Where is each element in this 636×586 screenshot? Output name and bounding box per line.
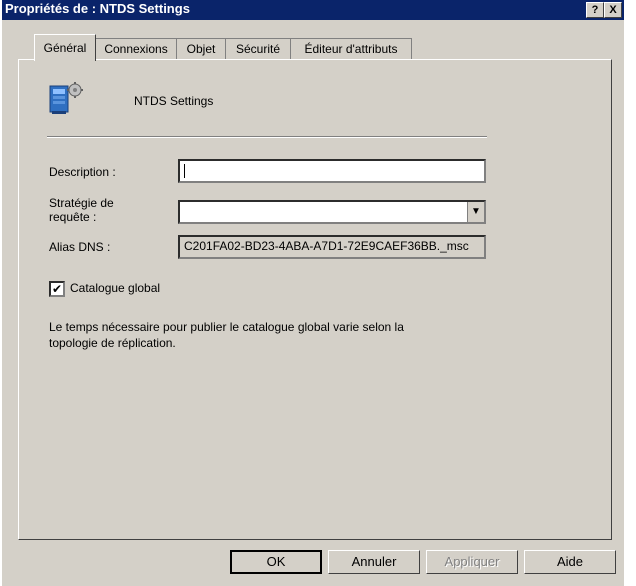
query-policy-dropdown[interactable]: ▼ <box>178 200 486 224</box>
info-text-line1: Le temps nécessaire pour publier le cata… <box>49 320 404 334</box>
properties-dialog: Propriétés de : NTDS Settings ? X Généra… <box>2 0 624 586</box>
query-policy-label-1: Stratégie de <box>49 196 114 210</box>
title-bar[interactable]: Propriétés de : NTDS Settings ? X <box>2 0 624 20</box>
help-button[interactable]: ? <box>586 2 604 18</box>
text-cursor <box>184 163 185 178</box>
dns-alias-value: C201FA02-BD23-4ABA-A7D1-72E9CAEF36BB._ms… <box>184 239 469 253</box>
ntds-settings-icon <box>48 80 84 116</box>
window-title: Propriétés de : NTDS Settings <box>5 1 190 16</box>
query-policy-label-2: requête : <box>49 210 97 224</box>
close-button[interactable]: X <box>604 2 622 18</box>
description-label: Description : <box>49 165 116 179</box>
ok-button[interactable]: OK <box>230 550 322 574</box>
global-catalog-label: Catalogue global <box>70 281 161 295</box>
chevron-down-icon[interactable]: ▼ <box>467 202 484 222</box>
tab-editeur-attributs[interactable]: Éditeur d'attributs <box>290 38 412 59</box>
tab-objet[interactable]: Objet <box>176 38 226 59</box>
header-divider <box>47 136 487 138</box>
screen-background: Propriétés de : NTDS Settings ? X Généra… <box>0 0 636 586</box>
cancel-button[interactable]: Annuler <box>328 550 420 574</box>
description-field[interactable] <box>178 159 486 183</box>
dns-alias-field[interactable]: C201FA02-BD23-4ABA-A7D1-72E9CAEF36BB._ms… <box>178 235 486 259</box>
global-catalog-checkbox[interactable]: ✔ <box>49 281 65 297</box>
tab-securite[interactable]: Sécurité <box>225 38 291 59</box>
tab-general[interactable]: Général <box>34 34 96 61</box>
apply-button[interactable]: Appliquer <box>426 550 518 574</box>
help-dialog-button[interactable]: Aide <box>524 550 616 574</box>
dns-alias-label: Alias DNS : <box>49 240 111 254</box>
general-tab-panel <box>18 59 612 540</box>
object-name: NTDS Settings <box>134 94 214 108</box>
info-text-line2: topologie de réplication. <box>49 336 176 350</box>
tab-connexions[interactable]: Connexions <box>95 38 177 59</box>
